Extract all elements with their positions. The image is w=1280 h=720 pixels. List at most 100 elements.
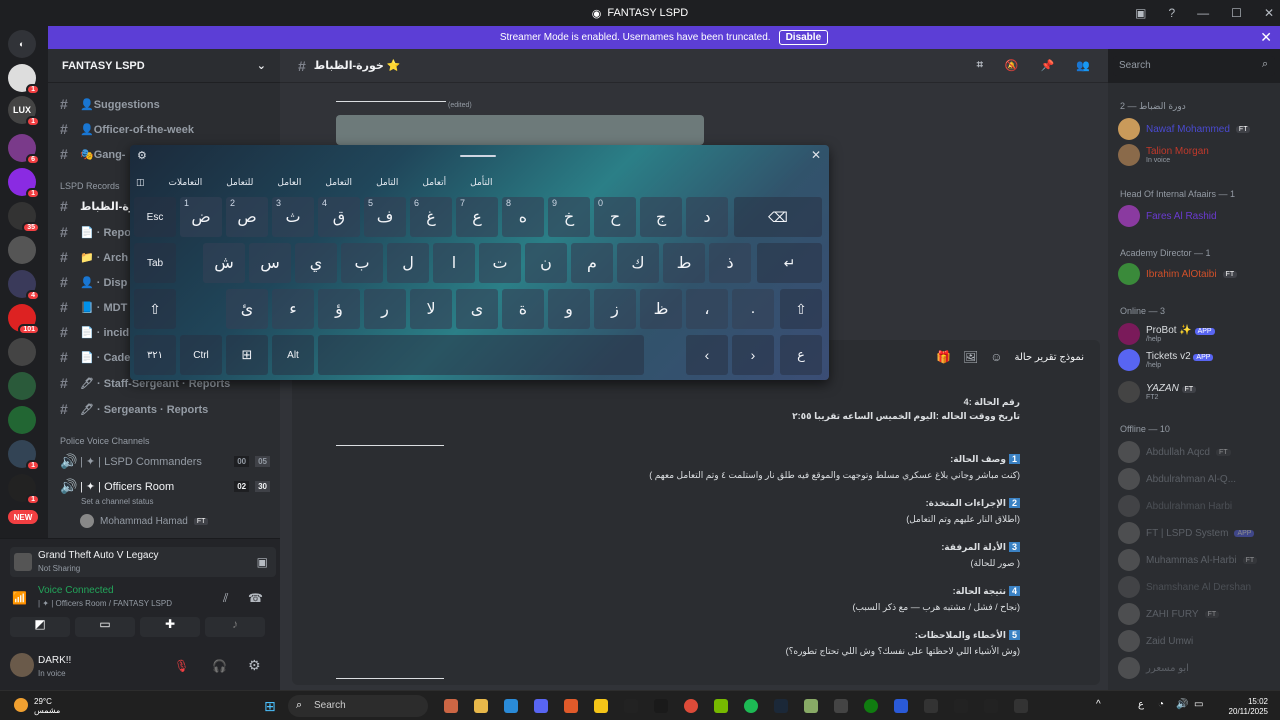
member[interactable]: ProBot ✨ APP/help — [1118, 322, 1215, 346]
username[interactable]: DARK!! — [38, 655, 71, 666]
esc-key[interactable]: Esc — [134, 197, 176, 237]
key[interactable]: ب — [341, 243, 383, 283]
key[interactable]: م — [571, 243, 613, 283]
chrome-icon[interactable] — [684, 699, 698, 713]
nvidia-icon[interactable] — [714, 699, 728, 713]
channel-reports[interactable]: # 📄 · Repo — [60, 222, 131, 242]
drag-handle[interactable] — [460, 155, 496, 157]
server-icon[interactable]: 6 — [8, 134, 40, 165]
image-attachment[interactable] — [336, 115, 704, 145]
voice-connected-label[interactable]: Voice Connected — [38, 585, 114, 596]
suggestion[interactable]: التامل — [364, 177, 410, 188]
server-header[interactable]: FANTASY LSPD ⌄ — [48, 49, 280, 83]
server-icon[interactable]: 101 — [8, 304, 40, 335]
key[interactable]: ل — [387, 243, 429, 283]
avatar[interactable] — [10, 653, 34, 677]
clock[interactable]: 15:02 20/11/2025 — [1229, 697, 1268, 717]
shift-key[interactable]: ⇧ — [134, 289, 176, 329]
key[interactable]: ظ — [640, 289, 682, 329]
left-arrow-key[interactable]: ‹ — [686, 335, 728, 375]
taskbar-search[interactable]: Search — [288, 695, 428, 717]
enter-key[interactable]: ↵ — [757, 243, 822, 283]
key[interactable]: لا — [410, 289, 452, 329]
file-explorer-icon[interactable] — [474, 699, 488, 713]
right-arrow-key[interactable]: › — [732, 335, 774, 375]
app-icon[interactable] — [894, 699, 908, 713]
shift-key-right[interactable]: ⇧ — [780, 289, 822, 329]
key[interactable]: ر — [364, 289, 406, 329]
member[interactable]: Abdulrahman Harbi — [1118, 494, 1232, 518]
key[interactable]: س — [249, 243, 291, 283]
xbox-icon[interactable] — [864, 699, 878, 713]
key[interactable]: ج — [640, 197, 682, 237]
noise-suppression-icon[interactable]: ⫽ — [223, 591, 228, 606]
search-input[interactable]: Search — [1113, 56, 1275, 76]
server-icon[interactable]: 4 — [8, 270, 40, 301]
notification-icon[interactable]: 🔕 — [1005, 59, 1019, 72]
backspace-key[interactable]: ⌫ — [734, 197, 822, 237]
disable-button[interactable]: Disable — [778, 30, 829, 45]
wifi-icon[interactable]: ◔ — [1158, 699, 1164, 710]
alt-key[interactable]: Alt — [272, 335, 314, 375]
key[interactable]: و — [548, 289, 590, 329]
activity-card[interactable]: Grand Theft Auto V Legacy Not Sharing ▣ — [10, 547, 276, 577]
spotify-icon[interactable] — [744, 699, 758, 713]
disconnect-icon[interactable]: ☎ — [248, 591, 263, 605]
channel-archive[interactable]: # 📁 · Arch — [60, 247, 128, 267]
minimize-button[interactable]: — — [1197, 6, 1209, 20]
tab-key[interactable]: Tab — [134, 243, 176, 283]
camera-button[interactable]: ◩ — [10, 617, 70, 637]
suggestion[interactable]: التأمل — [458, 177, 504, 188]
key[interactable]: 3ث — [272, 197, 314, 237]
weather-widget[interactable]: 29°C مشمس — [34, 697, 60, 715]
server-icon[interactable]: 1 — [8, 64, 40, 95]
inbox-icon[interactable]: ▣ — [1135, 6, 1146, 20]
screenshare-button[interactable]: ▭ — [75, 617, 135, 637]
emoji-icon[interactable]: ☺ — [990, 350, 1002, 364]
member[interactable]: Fares Al Rashid — [1118, 204, 1217, 228]
key[interactable]: 6غ — [410, 197, 452, 237]
key[interactable]: ة — [502, 289, 544, 329]
server-icon[interactable] — [8, 372, 36, 400]
member[interactable]: Ibrahim AlOtaibi FT — [1118, 262, 1238, 286]
channel-mdt[interactable]: # 📘 · MDT — [60, 297, 127, 317]
channel-incident[interactable]: # 📄 · incid — [60, 322, 129, 342]
app-icon[interactable] — [954, 699, 968, 713]
deafen-icon[interactable]: 🎧 — [212, 659, 227, 673]
key[interactable]: ك — [617, 243, 659, 283]
app-icon[interactable] — [984, 699, 998, 713]
channel-cadet[interactable]: # 📄 · Cade — [60, 347, 130, 367]
app-icon[interactable] — [594, 699, 608, 713]
key[interactable]: 4ق — [318, 197, 360, 237]
suggestion[interactable]: التعامل — [313, 177, 364, 188]
category-lspd-records[interactable]: LSPD Records — [60, 181, 120, 191]
member[interactable]: FT | LSPD System APP — [1118, 521, 1255, 545]
channel-status[interactable]: Set a channel status — [81, 497, 154, 506]
key[interactable]: ذ — [709, 243, 751, 283]
suggestion[interactable]: العامل — [265, 177, 313, 188]
threads-icon[interactable]: ⌗ — [977, 59, 983, 72]
member[interactable]: Zaid Umwi — [1118, 629, 1193, 653]
app-icon[interactable] — [654, 699, 668, 713]
key[interactable]: د — [686, 197, 728, 237]
key[interactable]: 8ه — [502, 197, 544, 237]
member[interactable]: Abdulrahman Al-Q... — [1118, 467, 1236, 491]
windows-key[interactable]: ⊞ — [226, 335, 268, 375]
space-key[interactable] — [318, 335, 644, 375]
app-icon[interactable] — [804, 699, 818, 713]
suggestion[interactable]: للتعامل — [214, 177, 265, 188]
soundboard-button[interactable]: ♪ — [205, 617, 265, 637]
channel-officer-of-the-week[interactable]: # 👤Officer-of-the-week — [60, 119, 194, 139]
pin-icon[interactable]: 📌 — [1041, 59, 1055, 72]
suggestion[interactable]: التعاملات — [157, 177, 215, 188]
new-badge[interactable]: NEW — [8, 510, 38, 524]
voice-member[interactable]: Mohammad Hamad FT — [80, 511, 209, 531]
member[interactable]: Talion Morgan In voice — [1118, 143, 1209, 167]
steam-icon[interactable] — [774, 699, 788, 713]
key[interactable]: 0ح — [594, 197, 636, 237]
member[interactable]: Nawaf Mohammed FT — [1118, 117, 1251, 141]
category-police-voice[interactable]: Police Voice Channels — [60, 436, 150, 446]
member[interactable]: Tickets v2 APP/help — [1118, 348, 1214, 372]
key[interactable]: ي — [295, 243, 337, 283]
mute-icon[interactable]: 🎙 — [174, 659, 189, 673]
